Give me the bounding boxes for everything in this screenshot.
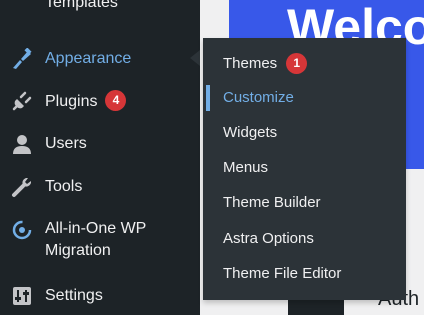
migration-icon — [10, 218, 34, 242]
submenu-item-label: Themes — [223, 55, 278, 72]
sidebar-item-all-in-one-wp-migration[interactable]: All-in-One WP Migration — [0, 216, 200, 264]
plugin-icon — [10, 89, 34, 113]
sidebar-item-tools[interactable]: Tools — [0, 174, 200, 200]
flyout-pointer — [190, 50, 200, 66]
sidebar-item-label: Settings — [45, 287, 103, 304]
sidebar-item-label: Appearance — [45, 50, 132, 67]
sidebar-item-settings[interactable]: Settings — [0, 283, 200, 309]
sidebar-item-label: Plugins — [45, 93, 98, 110]
settings-icon — [10, 284, 34, 308]
templates-icon — [10, 0, 34, 16]
submenu-item-label: Widgets — [223, 124, 278, 141]
plugin-update-badge: 4 — [105, 90, 127, 111]
sidebar-item-users[interactable]: Users — [0, 131, 200, 157]
wrench-icon — [10, 175, 34, 199]
submenu-item-theme-builder[interactable]: Theme Builder — [203, 186, 406, 220]
submenu-item-themes[interactable]: Themes 1 — [203, 46, 406, 80]
themes-update-badge: 1 — [286, 53, 308, 74]
sidebar-item-label-line1: All-in-One WP — [45, 220, 147, 237]
sidebar-item-plugins[interactable]: Plugins 4 — [0, 89, 200, 115]
sidebar-item-label-line2: Migration — [45, 242, 111, 259]
sidebar-item-label-wrap: Plugins 4 — [45, 90, 127, 113]
submenu-item-widgets[interactable]: Widgets — [203, 116, 406, 150]
submenu-item-theme-file-editor[interactable]: Theme File Editor — [203, 257, 406, 291]
submenu-item-label-wrap: Themes 1 — [223, 53, 308, 74]
paintbrush-icon — [10, 47, 34, 71]
sidebar-item-label: All-in-One WP Migration — [45, 218, 146, 262]
submenu-item-label: Menus — [223, 159, 269, 176]
submenu-item-astra-options[interactable]: Astra Options — [203, 222, 406, 256]
sidebar-item-label: Users — [45, 135, 87, 152]
submenu-item-customize[interactable]: Customize — [203, 81, 406, 115]
sidebar-item-label: Templates — [45, 0, 118, 11]
submenu-item-menus[interactable]: Menus — [203, 151, 406, 185]
active-indicator — [206, 85, 210, 111]
admin-sidebar: Templates Appearance Plugins 4 Users Too… — [0, 0, 200, 315]
sidebar-item-templates[interactable]: Templates — [0, 0, 200, 22]
submenu-item-label: Theme Builder — [223, 194, 321, 211]
sidebar-item-appearance[interactable]: Appearance — [0, 40, 200, 78]
submenu-item-label: Astra Options — [223, 230, 314, 247]
sidebar-item-label: Tools — [45, 178, 83, 195]
submenu-item-label: Theme File Editor — [223, 265, 342, 282]
submenu-item-label: Customize — [223, 89, 294, 106]
appearance-submenu: Themes 1 Customize Widgets Menus Theme Bu… — [203, 38, 406, 300]
user-icon — [10, 132, 34, 156]
